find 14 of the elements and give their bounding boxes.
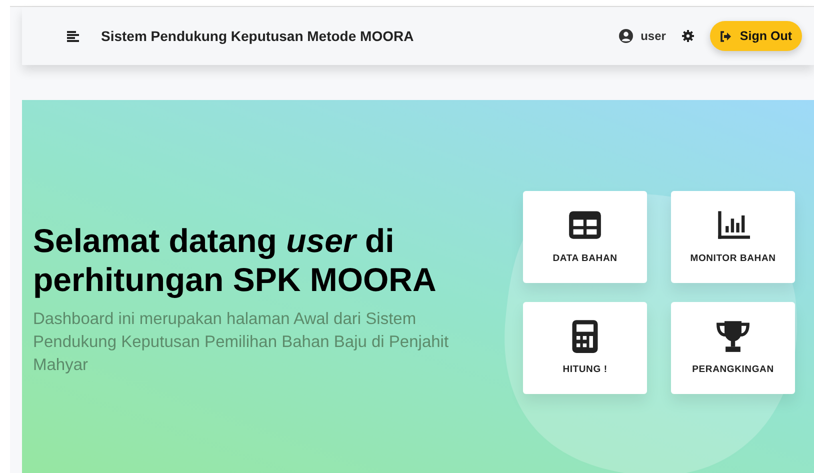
user-icon	[618, 29, 633, 43]
menu-tile[interactable]: MONITOR BAHAN	[671, 191, 795, 283]
settings-icon[interactable]	[682, 30, 694, 42]
menu-tile[interactable]: PERANGKINGAN	[671, 302, 795, 394]
app-title: Sistem Pendukung Keputusan Metode MOORA	[101, 26, 414, 46]
menu-tile[interactable]: DATA BAHAN	[523, 191, 647, 283]
welcome-heading: Selamat datang user di perhitungan SPK MOORA	[33, 220, 438, 300]
sign-out-button[interactable]: Sign Out	[710, 20, 802, 52]
menu-icon[interactable]	[67, 30, 79, 42]
user-name[interactable]: user	[640, 27, 666, 45]
trophy-icon	[716, 318, 750, 353]
sign-out-icon	[720, 30, 732, 42]
menu-tile[interactable]: HITUNG !	[523, 302, 647, 394]
welcome-subtitle: Dashboard ini merupakan halaman Awal dari Sistem Pendukung Keputusan Pemilihan Bahan Baju di Penjahit Mahyar	[33, 308, 450, 376]
